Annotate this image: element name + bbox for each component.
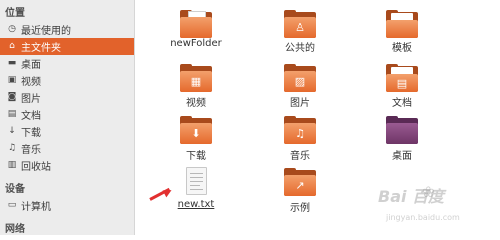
sidebar-item-label: 文档 xyxy=(21,111,41,122)
text-file-icon xyxy=(180,167,212,195)
video-icon: ▣ xyxy=(7,75,17,85)
videos-folder-icon: ▦ xyxy=(180,64,212,92)
sidebar: 位置 ◷ 最近使用的 ⌂ 主文件夹 ▬ 桌面 ▣ 视频 ◙ 图片 ▤ 文档 ↓ … xyxy=(0,0,135,235)
file-name: 示例 xyxy=(290,203,310,214)
download-icon: ↓ xyxy=(8,126,16,136)
sidebar-item-videos[interactable]: ▣ 视频 xyxy=(0,72,134,89)
sidebar-item-label: 音乐 xyxy=(21,145,41,156)
file-name: 音乐 xyxy=(290,151,310,162)
file-name: 模板 xyxy=(392,43,412,54)
file-name: 下载 xyxy=(186,151,206,162)
sidebar-item-computer[interactable]: ▭ 计算机 xyxy=(0,197,134,214)
places-section-title: 位置 xyxy=(5,8,25,19)
examples-folder-icon: ↗ xyxy=(284,168,316,196)
paw-icon: ❀ xyxy=(422,183,435,201)
downloads-folder-icon: ⬇ xyxy=(180,116,212,144)
sidebar-item-home[interactable]: ⌂ 主文件夹 xyxy=(0,38,134,55)
sidebar-item-trash[interactable]: ▥ 回收站 xyxy=(0,157,134,174)
music-icon: ♫ xyxy=(7,143,17,153)
sidebar-item-label: 桌面 xyxy=(21,60,41,71)
pictures-folder-icon: ▨ xyxy=(284,64,316,92)
sidebar-item-documents[interactable]: ▤ 文档 xyxy=(0,106,134,123)
file-name: newFolder xyxy=(170,38,222,49)
sidebar-item-downloads[interactable]: ↓ 下载 xyxy=(0,123,134,140)
sidebar-item-label: 最近使用的 xyxy=(21,26,71,37)
sidebar-item-label: 计算机 xyxy=(21,202,51,213)
sidebar-item-label: 图片 xyxy=(21,94,41,105)
sidebar-item-label: 主文件夹 xyxy=(21,43,61,54)
devices-section-title: 设备 xyxy=(5,184,25,195)
sidebar-item-desktop[interactable]: ▬ 桌面 xyxy=(0,55,134,72)
sidebar-item-label: 下载 xyxy=(21,128,41,139)
file-name: 公共的 xyxy=(285,43,315,54)
desktop-icon: ▬ xyxy=(7,58,17,68)
file-name: 视频 xyxy=(186,98,206,109)
music-folder-icon: ♫ xyxy=(284,116,316,144)
camera-icon: ◙ xyxy=(7,92,17,102)
network-section-title: 网络 xyxy=(5,224,25,235)
desktop-folder-icon xyxy=(386,116,418,144)
trash-icon: ▥ xyxy=(7,160,17,170)
public-folder-icon: ♙ xyxy=(284,10,316,38)
sidebar-item-pictures[interactable]: ◙ 图片 xyxy=(0,89,134,106)
watermark: Bai 百度 ❀ jingyan.baidu.com xyxy=(378,183,496,231)
documents-folder-icon: ▤ xyxy=(386,64,418,92)
sidebar-item-music[interactable]: ♫ 音乐 xyxy=(0,140,134,157)
templates-folder-icon xyxy=(386,10,418,38)
document-icon: ▤ xyxy=(7,109,17,119)
file-name: 文档 xyxy=(392,98,412,109)
file-name: new.txt xyxy=(177,199,215,210)
file-name: 桌面 xyxy=(392,151,412,162)
clock-icon: ◷ xyxy=(8,24,16,34)
folder-icon xyxy=(180,10,212,38)
home-icon: ⌂ xyxy=(9,41,15,51)
file-name: 图片 xyxy=(290,98,310,109)
sidebar-item-recent[interactable]: ◷ 最近使用的 xyxy=(0,21,134,38)
sidebar-item-label: 回收站 xyxy=(21,162,51,173)
watermark-url: jingyan.baidu.com xyxy=(386,213,460,222)
sidebar-item-label: 视频 xyxy=(21,77,41,88)
computer-icon: ▭ xyxy=(7,200,17,210)
